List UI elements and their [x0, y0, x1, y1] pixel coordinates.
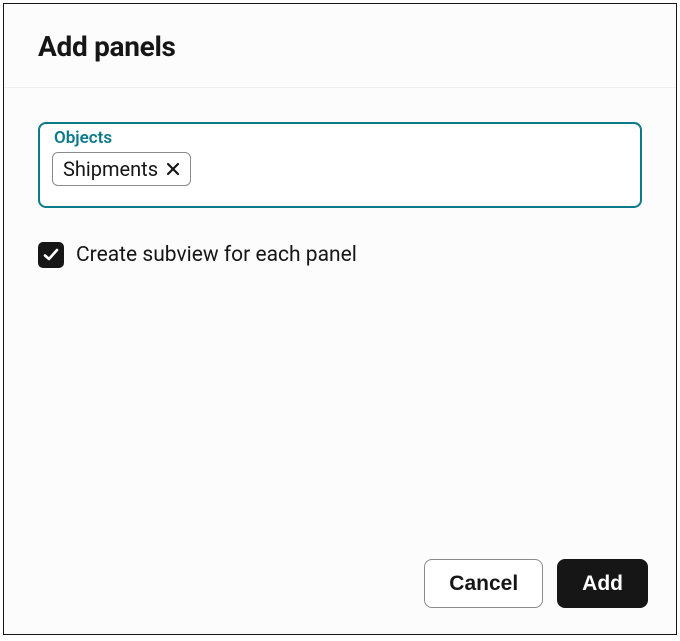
create-subview-checkbox[interactable]: Create subview for each panel [38, 242, 357, 268]
objects-field-label: Objects [54, 128, 112, 148]
dialog-title: Add panels [38, 30, 642, 63]
objects-combobox[interactable]: Objects Shipments [38, 122, 642, 208]
create-subview-label: Create subview for each panel [76, 243, 357, 267]
object-chip[interactable]: Shipments [52, 152, 191, 186]
close-icon[interactable] [166, 162, 180, 176]
dialog-footer: Cancel Add [4, 539, 676, 634]
dialog-body: Objects Shipments Create subview fo [4, 88, 676, 539]
dialog-header: Add panels [4, 4, 676, 88]
objects-chip-row: Shipments [52, 152, 628, 186]
cancel-button[interactable]: Cancel [424, 559, 543, 608]
object-chip-label: Shipments [63, 159, 158, 179]
add-button[interactable]: Add [557, 559, 648, 608]
checkbox-box-icon [38, 242, 64, 268]
add-panels-dialog: Add panels Objects Shipments [3, 3, 677, 635]
